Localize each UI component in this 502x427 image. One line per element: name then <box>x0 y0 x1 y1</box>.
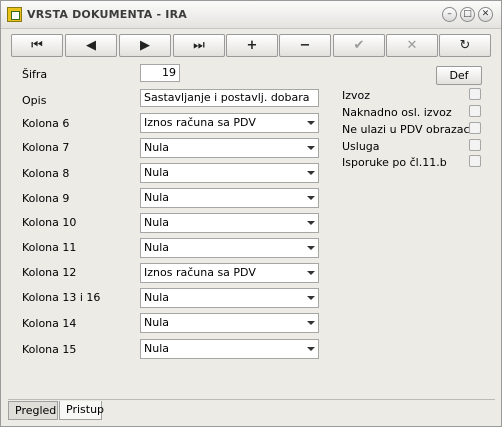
select-value: Nula <box>144 141 169 154</box>
chevron-down-icon[interactable] <box>302 114 318 132</box>
kolona-select[interactable]: Nula <box>140 313 319 333</box>
chevron-down-icon[interactable] <box>302 164 318 182</box>
chevron-down-icon[interactable] <box>302 189 318 207</box>
chevron-down-icon[interactable] <box>302 340 318 358</box>
last-record-icon: ⏭ <box>193 38 205 53</box>
select-value: Iznos računa sa PDV <box>144 266 256 279</box>
app-icon <box>7 7 22 22</box>
kolona-label: Kolona 11 <box>22 241 77 254</box>
kolona-select[interactable]: Iznos računa sa PDV <box>140 263 319 283</box>
checkbox-label: Ne ulazi u PDV obrazac <box>342 123 470 136</box>
checkbox-label: Usluga <box>342 140 380 153</box>
maximize-icon[interactable]: □ <box>460 7 475 22</box>
prev-record-icon: ◀ <box>86 38 96 53</box>
kolona-select[interactable]: Nula <box>140 238 319 258</box>
chevron-down-icon[interactable] <box>302 239 318 257</box>
add-button[interactable]: + <box>226 34 278 57</box>
tab-pristup[interactable]: Pristup <box>59 401 104 420</box>
kolona-label: Kolona 6 <box>22 117 70 130</box>
add-icon: + <box>246 38 258 53</box>
next-record-icon: ▶ <box>140 38 150 53</box>
naknadno-izvoz-checkbox[interactable] <box>469 105 481 117</box>
opis-field[interactable]: Sastavljanje i postavlj. dobara <box>140 89 319 107</box>
checkbox-label: Naknadno osl. izvoz <box>342 106 452 119</box>
close-icon[interactable]: ✕ <box>478 7 493 22</box>
checkbox-label: Izvoz <box>342 89 371 102</box>
kolona-select[interactable]: Iznos računa sa PDV <box>140 113 319 133</box>
def-button[interactable]: Def <box>436 66 482 85</box>
kolona-select[interactable]: Nula <box>140 339 319 359</box>
ne-ulazi-pdv-checkbox[interactable] <box>469 122 481 134</box>
next-record-button[interactable]: ▶ <box>119 34 171 57</box>
last-record-button[interactable]: ⏭ <box>173 34 225 57</box>
chevron-down-icon[interactable] <box>302 139 318 157</box>
first-record-button[interactable]: ⏮ <box>11 34 63 57</box>
refresh-icon: ↻ <box>459 38 471 53</box>
document-type-window: VRSTA DOKUMENTA - IRA – □ ✕ ⏮ ◀ ▶ ⏭ + − … <box>0 0 502 427</box>
refresh-button[interactable]: ↻ <box>439 34 491 57</box>
cancel-icon: ✕ <box>406 38 418 53</box>
sifra-field[interactable]: 19 <box>140 64 180 82</box>
chevron-down-icon[interactable] <box>302 289 318 307</box>
usluga-checkbox[interactable] <box>469 139 481 151</box>
izvoz-checkbox[interactable] <box>469 88 481 100</box>
kolona-label: Kolona 14 <box>22 317 77 330</box>
select-value: Nula <box>144 216 169 229</box>
kolona-label: Kolona 10 <box>22 216 77 229</box>
cancel-button[interactable]: ✕ <box>386 34 438 57</box>
navigation-toolbar: ⏮ ◀ ▶ ⏭ + − ✔ ✕ ↻ <box>11 34 491 58</box>
kolona-select[interactable]: Nula <box>140 163 319 183</box>
select-value: Nula <box>144 291 169 304</box>
delete-button[interactable]: − <box>279 34 331 57</box>
window-title: VRSTA DOKUMENTA - IRA <box>27 8 187 21</box>
chevron-down-icon[interactable] <box>302 264 318 282</box>
sifra-label: Šifra <box>22 68 48 81</box>
kolona-label: Kolona 7 <box>22 141 70 154</box>
kolona-label: Kolona 13 i 16 <box>22 291 101 304</box>
checkbox-label: Isporuke po čl.11.b <box>342 156 447 169</box>
first-record-icon: ⏮ <box>31 38 43 53</box>
kolona-label: Kolona 12 <box>22 266 77 279</box>
isporuke-checkbox[interactable] <box>469 155 481 167</box>
chevron-down-icon[interactable] <box>302 314 318 332</box>
opis-label: Opis <box>22 94 47 107</box>
prev-record-button[interactable]: ◀ <box>65 34 117 57</box>
select-value: Nula <box>144 342 169 355</box>
select-value: Nula <box>144 191 169 204</box>
kolona-label: Kolona 8 <box>22 167 70 180</box>
delete-icon: − <box>299 38 311 53</box>
kolona-select[interactable]: Nula <box>140 213 319 233</box>
select-value: Nula <box>144 316 169 329</box>
select-value: Nula <box>144 166 169 179</box>
kolona-label: Kolona 15 <box>22 343 77 356</box>
tab-divider <box>8 399 495 400</box>
kolona-label: Kolona 9 <box>22 192 70 205</box>
kolona-select[interactable]: Nula <box>140 288 319 308</box>
minimize-icon[interactable]: – <box>442 7 457 22</box>
tab-pregled[interactable]: Pregled <box>8 401 58 420</box>
chevron-down-icon[interactable] <box>302 214 318 232</box>
select-value: Nula <box>144 241 169 254</box>
confirm-button[interactable]: ✔ <box>333 34 385 57</box>
select-value: Iznos računa sa PDV <box>144 116 256 129</box>
kolona-select[interactable]: Nula <box>140 138 319 158</box>
title-bar[interactable]: VRSTA DOKUMENTA - IRA – □ ✕ <box>1 1 501 29</box>
kolona-select[interactable]: Nula <box>140 188 319 208</box>
confirm-icon: ✔ <box>353 38 365 53</box>
